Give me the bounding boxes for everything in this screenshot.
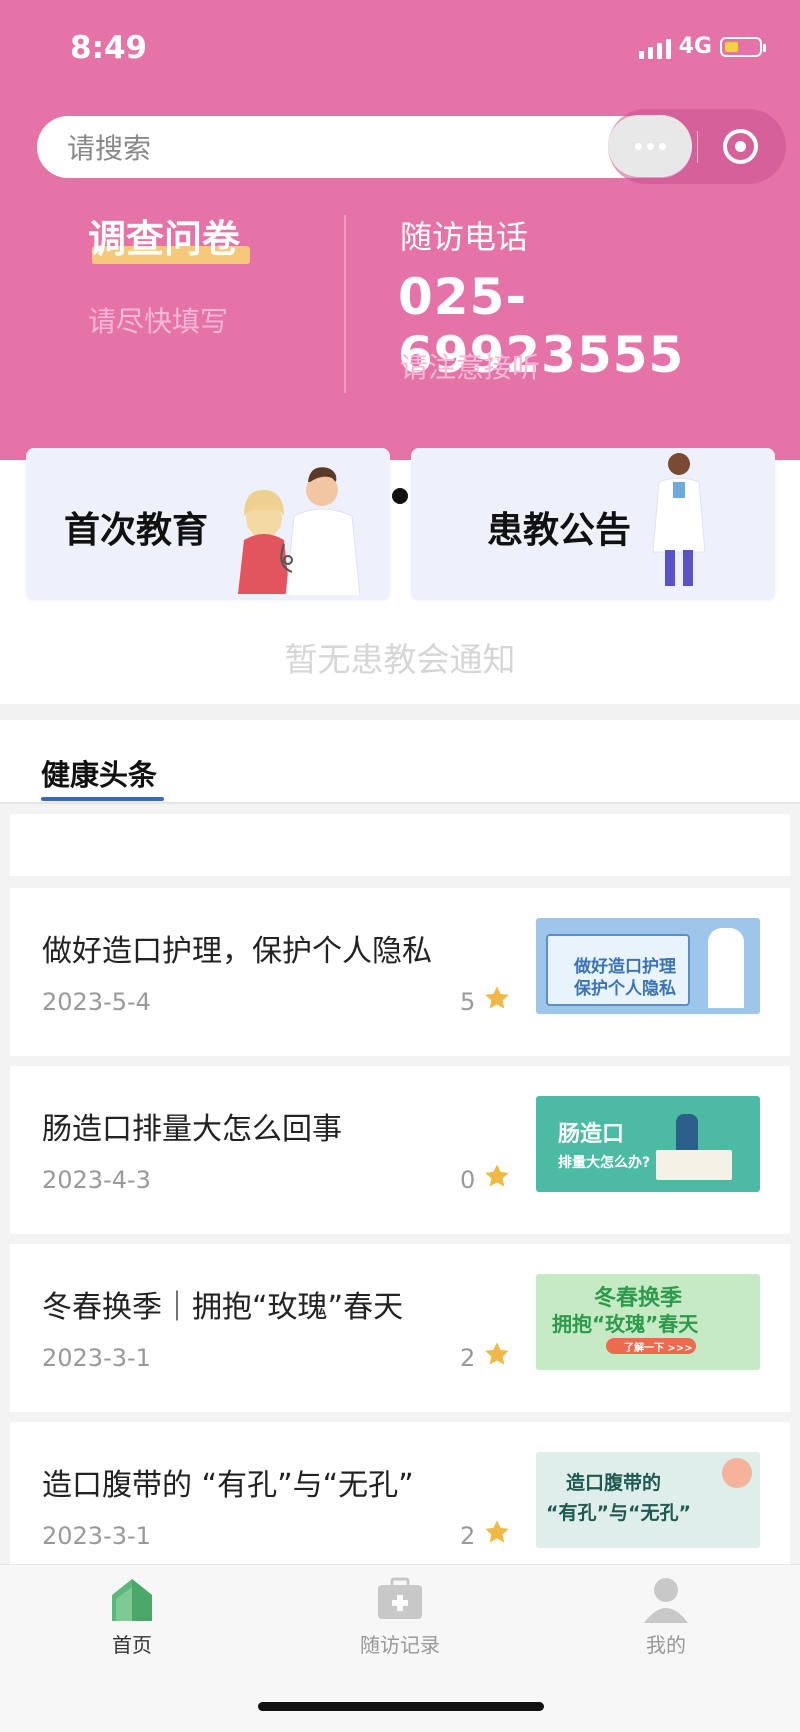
star-icon[interactable] <box>483 984 511 1012</box>
tab-underline <box>41 797 164 801</box>
card-label: 患教公告 <box>487 510 632 551</box>
news-title: 冬春换季｜拥抱“玫瑰”春天 <box>42 1290 404 1325</box>
thumb-line: 了解一下 >>> <box>624 1343 693 1354</box>
thumb-line: 肠造口 <box>558 1122 625 1147</box>
status-time: 8:49 <box>70 30 148 66</box>
thumb-line: 保护个人隐私 <box>574 979 676 999</box>
star-icon[interactable] <box>483 1162 511 1190</box>
thumb-line: “有孔”与“无孔” <box>546 1502 691 1524</box>
news-thumbnail: 做好造口护理 保护个人隐私 <box>536 918 760 1014</box>
battery-icon <box>720 36 766 57</box>
news-item[interactable]: 肠造口排量大怎么回事 2023-4-3 0 肠造口 排量大怎么办? <box>10 1066 790 1234</box>
tab-label: 首页 <box>112 1633 152 1657</box>
news-thumbnail: 肠造口 排量大怎么办? <box>536 1096 760 1192</box>
news-title: 做好造口护理，保护个人隐私 <box>42 934 432 969</box>
signal-icon <box>638 35 671 59</box>
thumb-line: 拥抱“玫瑰”春天 <box>552 1312 699 1336</box>
tab-home[interactable]: 首页 <box>32 1565 232 1685</box>
miniprogram-capsule <box>608 109 786 184</box>
tab-mine[interactable]: 我的 <box>566 1565 766 1685</box>
news-title: 肠造口排量大怎么回事 <box>42 1112 342 1147</box>
capsule-divider <box>697 131 698 163</box>
doctor-illustration <box>652 453 706 586</box>
tab-label: 随访记录 <box>360 1633 440 1657</box>
news-thumbnail: 造口腹带的 “有孔”与“无孔” <box>536 1452 760 1548</box>
news-like-count: 2 <box>460 1522 476 1550</box>
tab-health-headlines[interactable]: 健康头条 <box>41 752 157 794</box>
close-target-icon[interactable] <box>723 129 758 164</box>
news-like-count: 0 <box>460 1166 476 1194</box>
home-icon <box>112 1579 152 1621</box>
tab-followup-records[interactable]: 随访记录 <box>300 1565 500 1685</box>
news-date: 2023-3-1 <box>42 1344 151 1372</box>
card-label: 首次教育 <box>64 510 209 551</box>
more-icon[interactable] <box>608 115 692 177</box>
news-date: 2023-4-3 <box>42 1166 151 1194</box>
doctor-patient-illustration <box>238 467 361 596</box>
network-type: 4G <box>678 34 712 59</box>
survey-subtitle: 请尽快填写 <box>88 305 229 338</box>
medical-kit-icon <box>378 1577 422 1619</box>
status-indicators: 4G <box>638 34 766 59</box>
no-notice-text: 暂无患教会通知 <box>284 640 516 679</box>
news-date: 2023-3-1 <box>42 1522 151 1550</box>
home-indicator <box>258 1702 544 1711</box>
first-education-card[interactable]: 首次教育 <box>26 448 390 600</box>
news-like-count: 5 <box>460 988 476 1016</box>
search-input[interactable]: 请搜索 <box>37 116 692 178</box>
section-separator <box>0 704 800 720</box>
user-icon <box>644 1578 688 1623</box>
carousel-dot <box>392 488 408 504</box>
news-date: 2023-5-4 <box>42 988 151 1016</box>
news-item[interactable]: 做好造口护理，保护个人隐私 2023-5-4 5 做好造口护理 保护个人隐私 <box>10 888 790 1056</box>
star-icon[interactable] <box>483 1340 511 1368</box>
news-title: 造口腹带的 “有孔”与“无孔” <box>42 1468 414 1503</box>
phone-label: 随访电话 <box>400 218 529 256</box>
survey-title[interactable]: 调查问卷 <box>88 208 240 263</box>
star-icon[interactable] <box>483 1518 511 1546</box>
news-item[interactable]: 冬春换季｜拥抱“玫瑰”春天 2023-3-1 2 冬春换季 拥抱“玫瑰”春天 了… <box>10 1244 790 1412</box>
news-thumbnail: 冬春换季 拥抱“玫瑰”春天 了解一下 >>> <box>536 1274 760 1370</box>
patient-announcement-card[interactable]: 患教公告 <box>411 448 775 600</box>
news-like-count: 2 <box>460 1344 476 1372</box>
phone-subtitle: 请注意接听 <box>400 351 541 384</box>
thumb-line: 排量大怎么办? <box>558 1155 651 1171</box>
thumb-line: 造口腹带的 <box>566 1472 662 1494</box>
header-divider <box>344 215 346 393</box>
news-item-empty <box>10 814 790 876</box>
tab-label: 我的 <box>646 1633 686 1657</box>
